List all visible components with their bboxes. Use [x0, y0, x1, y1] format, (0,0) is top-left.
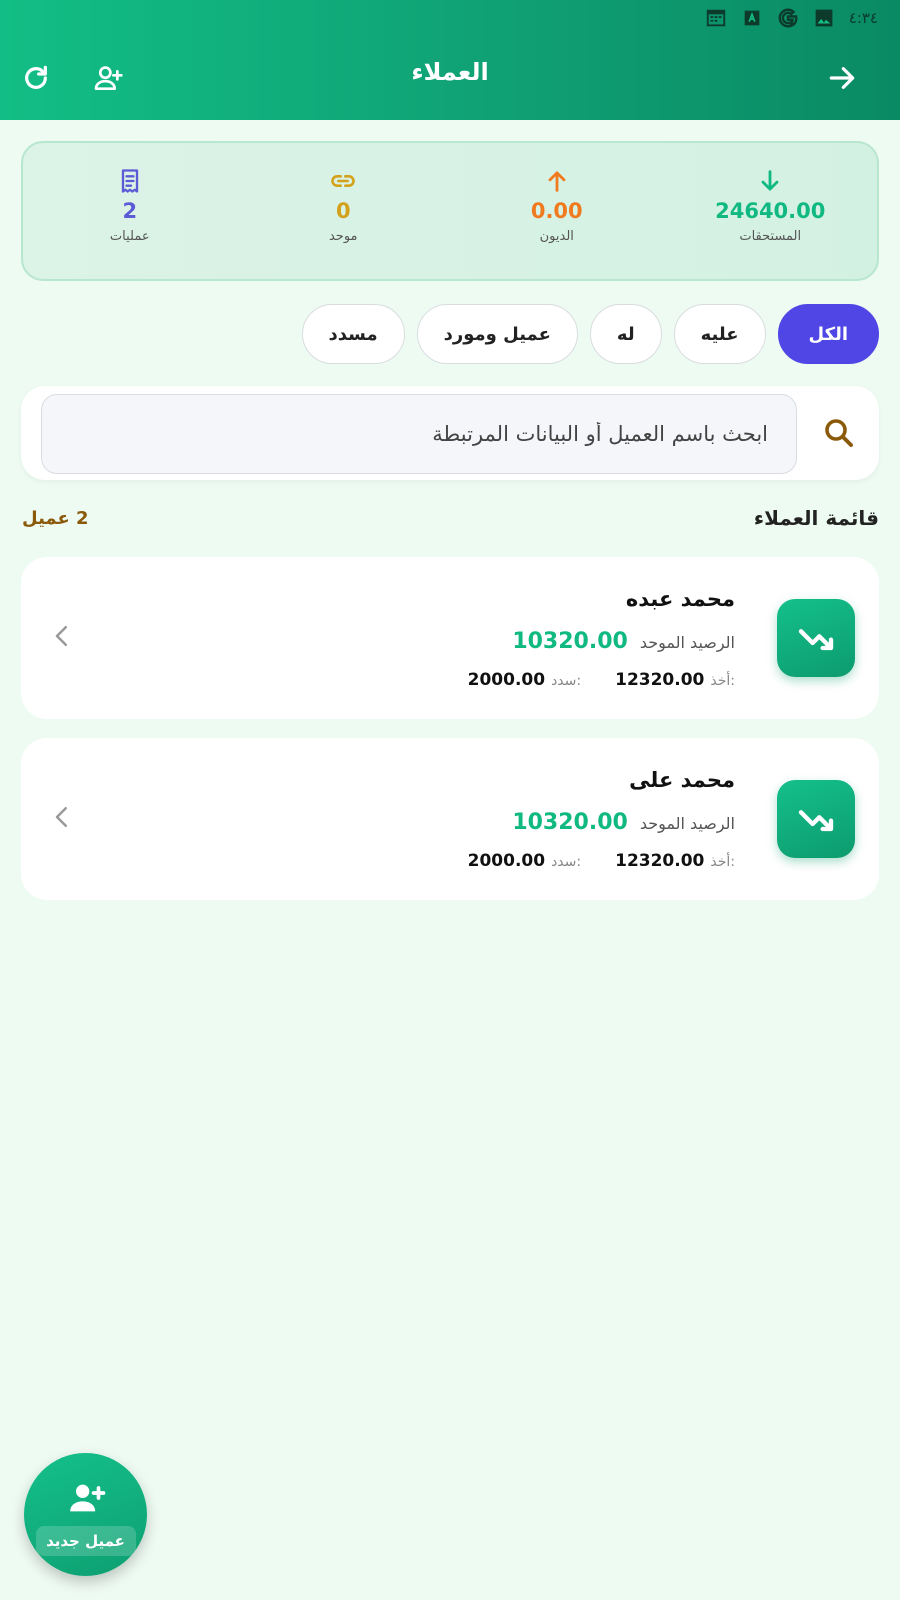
search-icon[interactable]: [821, 415, 857, 451]
customer-avatar: [777, 780, 855, 858]
trending-down-icon: [798, 810, 834, 832]
customer-avatar: [777, 599, 855, 677]
refresh-button[interactable]: [14, 56, 58, 100]
filter-chips: الكل عليه له عميل ومورد مسدد: [301, 304, 879, 364]
fab-label: عميل جديد: [35, 1525, 136, 1556]
chevron-left-icon: [55, 807, 67, 827]
filter-customer-supplier[interactable]: عميل ومورد: [416, 304, 578, 364]
balance-label: الرصيد الموحد: [639, 814, 735, 833]
customer-card[interactable]: محمد على الرصيد الموحد 10320.00 أخذ: 123…: [21, 738, 879, 900]
stat-debts[interactable]: 0.00 الديون: [450, 143, 664, 279]
refresh-icon: [25, 65, 47, 89]
status-time: ٤:٣٤: [848, 9, 878, 27]
status-bar: ٤:٣٤: [705, 6, 878, 30]
page-title: العملاء: [411, 58, 489, 86]
customer-card[interactable]: محمد عبده الرصيد الموحد 10320.00 أخذ: 12…: [21, 557, 879, 719]
image-icon: [815, 9, 833, 27]
balance-row: الرصيد الموحد 10320.00: [512, 810, 735, 835]
filter-owed[interactable]: له: [589, 304, 662, 364]
took-label: أخذ:: [710, 854, 735, 870]
stat-unified[interactable]: 0 موحد: [237, 143, 451, 279]
balance-label: الرصيد الموحد: [639, 633, 735, 652]
chevron-left-icon: [55, 626, 67, 646]
search-box: [21, 386, 879, 480]
google-icon: [778, 8, 798, 28]
customer-name: محمد عبده: [625, 587, 735, 611]
paid-value: 2000.00: [467, 670, 546, 690]
link-icon: [331, 175, 355, 187]
stat-label: عمليات: [109, 229, 150, 244]
app-bar: ٤:٣٤ العملاء: [0, 0, 900, 120]
trending-down-icon: [798, 629, 834, 651]
person-add-icon: [94, 66, 123, 90]
stat-value: 2: [122, 199, 138, 223]
person-add-icon: [69, 1484, 105, 1511]
search-input[interactable]: [41, 394, 797, 474]
stat-value: 24640.00: [715, 199, 826, 223]
stat-value: 0: [335, 199, 351, 223]
balance-value: 10320.00: [512, 810, 628, 835]
filter-all[interactable]: الكل: [777, 304, 879, 364]
font-icon: [744, 10, 760, 26]
stat-receivables[interactable]: 24640.00 المستحقات: [664, 143, 878, 279]
transactions-row: أخذ: 12320.00 سدد: 2000.00: [468, 670, 735, 690]
stat-label: الديون: [539, 229, 574, 244]
balance-value: 10320.00: [512, 629, 628, 654]
stat-operations[interactable]: 2 عمليات: [23, 143, 237, 279]
took-value: 12320.00: [615, 851, 705, 871]
stat-label: المستحقات: [739, 229, 802, 244]
paid-label: سدد:: [551, 673, 582, 689]
add-customer-button[interactable]: [86, 56, 130, 100]
calendar-icon: [706, 9, 725, 27]
summary-card: 24640.00 المستحقات 0.00 الديون 0 موحد 2 …: [21, 141, 879, 281]
arrow-up-icon: [548, 171, 566, 192]
new-customer-fab[interactable]: عميل جديد: [24, 1453, 147, 1576]
filter-owes[interactable]: عليه: [673, 304, 766, 364]
stat-label: موحد: [328, 229, 358, 244]
arrow-down-icon: [761, 170, 779, 191]
customer-count: 2 عميل: [22, 508, 89, 529]
took-label: أخذ:: [710, 673, 735, 689]
paid-label: سدد:: [551, 854, 582, 870]
stat-value: 0.00: [530, 199, 583, 223]
list-title: قائمة العملاء: [753, 506, 879, 530]
balance-row: الرصيد الموحد 10320.00: [512, 629, 735, 654]
customer-name: محمد على: [629, 768, 735, 792]
transactions-row: أخذ: 12320.00 سدد: 2000.00: [468, 851, 735, 871]
took-value: 12320.00: [615, 670, 705, 690]
paid-value: 2000.00: [467, 851, 546, 871]
filter-paid[interactable]: مسدد: [301, 304, 405, 364]
receipt-icon: [121, 169, 138, 193]
